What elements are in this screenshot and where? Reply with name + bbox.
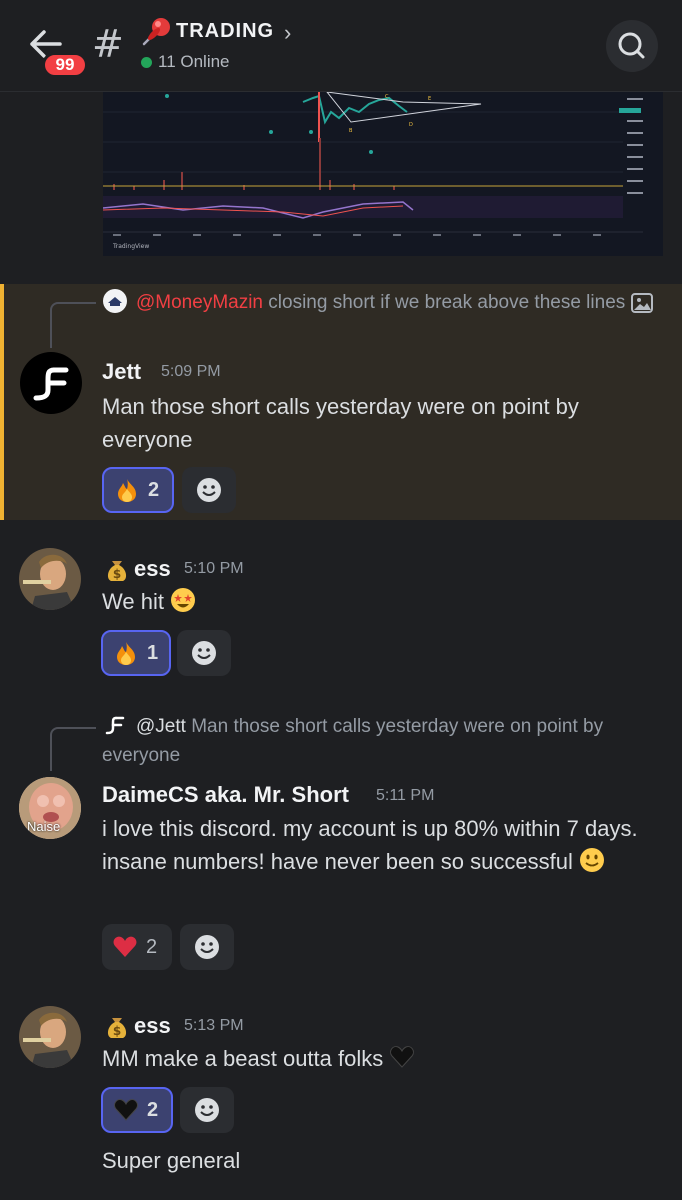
reply-mention[interactable]: @Jett bbox=[136, 716, 186, 737]
svg-text:B: B bbox=[349, 128, 353, 134]
unread-badge: 99 bbox=[42, 52, 88, 78]
tradingview-watermark: TradingView bbox=[112, 243, 149, 250]
user-photo-avatar bbox=[19, 1006, 81, 1068]
reaction-count: 2 bbox=[148, 478, 160, 501]
reply-preview-text: closing short if we break above these li… bbox=[268, 292, 626, 313]
channel-hash-icon: # bbox=[92, 22, 124, 66]
svg-text:$: $ bbox=[113, 1024, 121, 1038]
smiley-icon bbox=[197, 478, 221, 502]
reaction-fire[interactable]: 2 bbox=[102, 467, 174, 513]
money-bag-emoji-icon: $ bbox=[107, 561, 127, 581]
reaction-fire[interactable]: 1 bbox=[101, 630, 171, 676]
trading-chart-image[interactable]: C E B D TradingView bbox=[103, 92, 663, 256]
smiley-icon bbox=[195, 1098, 219, 1122]
message-text: We hit bbox=[102, 585, 196, 618]
add-reaction-button[interactable] bbox=[177, 630, 231, 676]
message-author[interactable]: DaimeCS aka. Mr. Short bbox=[102, 782, 349, 808]
message-timestamp: 5:11 PM bbox=[376, 787, 435, 804]
message-text: Man those short calls yesterday were on … bbox=[102, 394, 579, 452]
message-text-content: MM make a beast outta folks bbox=[102, 1046, 384, 1071]
black-heart-emoji-icon bbox=[390, 1046, 415, 1068]
message-timestamp: 5:13 PM bbox=[184, 1017, 244, 1034]
avatar[interactable] bbox=[19, 548, 81, 610]
channel-header: 99 # TRADING › 11 Online bbox=[0, 0, 682, 92]
search-icon bbox=[618, 32, 645, 59]
message-text-content: We hit bbox=[102, 589, 164, 614]
chevron-right-icon[interactable]: › bbox=[284, 20, 291, 46]
avatar[interactable] bbox=[20, 352, 82, 414]
message-author[interactable]: ess bbox=[134, 1013, 171, 1039]
reaction-black-heart[interactable]: 2 bbox=[101, 1087, 173, 1133]
message-text: Super general bbox=[102, 1148, 241, 1173]
slightly-smiling-emoji-icon bbox=[579, 848, 604, 873]
reaction-count: 2 bbox=[146, 935, 158, 958]
message-timestamp: 5:09 PM bbox=[161, 363, 221, 380]
svg-text:C: C bbox=[385, 94, 389, 100]
red-heart-emoji-icon bbox=[113, 936, 137, 957]
fire-emoji-icon bbox=[118, 479, 136, 502]
channel-name[interactable]: TRADING bbox=[176, 20, 274, 43]
avatar[interactable] bbox=[19, 1006, 81, 1068]
svg-text:D: D bbox=[409, 122, 413, 128]
star-struck-emoji-icon bbox=[171, 588, 196, 613]
svg-text:$: $ bbox=[113, 567, 121, 581]
jett-logo-icon bbox=[33, 367, 69, 401]
chart-attachment[interactable]: C E B D TradingView bbox=[0, 92, 682, 282]
pushpin-icon bbox=[142, 18, 170, 46]
image-attachment-icon bbox=[630, 292, 653, 313]
reply-mention[interactable]: @MoneyMazin bbox=[136, 292, 263, 313]
reply-connector bbox=[50, 727, 96, 771]
user-photo-avatar bbox=[19, 548, 81, 610]
search-button[interactable] bbox=[606, 20, 658, 72]
reaction-count: 1 bbox=[147, 641, 159, 664]
online-status-dot bbox=[141, 57, 152, 68]
avatar-caption: Naise bbox=[27, 819, 61, 834]
reaction-count: 2 bbox=[147, 1098, 159, 1121]
highlighted-message[interactable]: @MoneyMazin closing short if we break ab… bbox=[0, 284, 682, 520]
reply-preview[interactable]: @Jett Man those short calls yesterday we… bbox=[102, 712, 662, 770]
money-bag-emoji-icon: $ bbox=[107, 1018, 127, 1038]
message-text-content: i love this discord. my account is up 80… bbox=[102, 816, 638, 874]
reaction-red-heart[interactable]: 2 bbox=[102, 924, 172, 970]
smiley-icon bbox=[192, 641, 216, 665]
reply-connector bbox=[50, 302, 96, 348]
message-timestamp: 5:10 PM bbox=[184, 560, 244, 577]
message-author[interactable]: ess bbox=[134, 556, 171, 582]
add-reaction-button[interactable] bbox=[180, 1087, 234, 1133]
svg-text:E: E bbox=[428, 96, 431, 102]
message-text: MM make a beast outta folks bbox=[102, 1042, 415, 1075]
black-heart-emoji-icon bbox=[114, 1099, 138, 1121]
online-count: 11 Online bbox=[158, 52, 230, 71]
smiley-icon bbox=[195, 935, 219, 959]
message-text: i love this discord. my account is up 80… bbox=[102, 812, 662, 878]
reply-preview[interactable]: @MoneyMazin closing short if we break ab… bbox=[102, 288, 662, 317]
fire-emoji-icon bbox=[117, 642, 135, 665]
add-reaction-button[interactable] bbox=[182, 467, 236, 513]
message-author[interactable]: Jett bbox=[102, 359, 141, 385]
add-reaction-button[interactable] bbox=[180, 924, 234, 970]
avatar[interactable]: Naise bbox=[19, 777, 81, 839]
